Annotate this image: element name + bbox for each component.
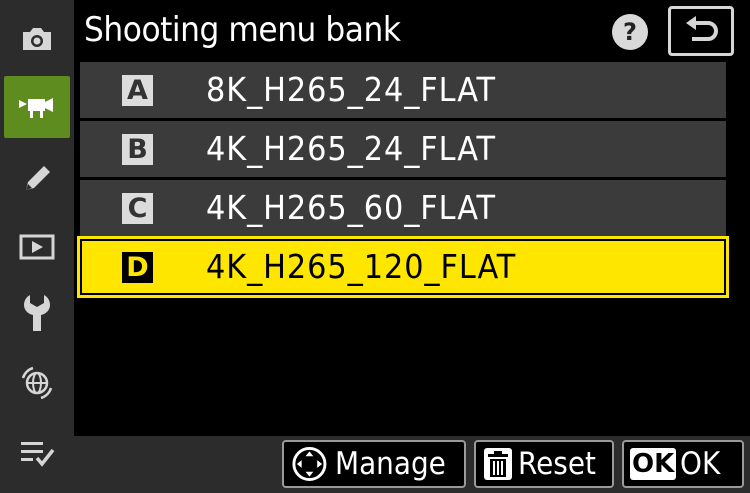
video-camera-icon	[19, 98, 53, 118]
network-globe-icon	[21, 366, 53, 400]
sidebar-item-my-menu[interactable]	[4, 424, 70, 482]
bank-letter-badge: D	[122, 252, 153, 283]
multi-selector-icon	[292, 446, 327, 482]
pencil-icon	[26, 166, 50, 190]
bank-list: A 8K_H265_24_FLAT B 4K_H265_24_FLAT C 4K…	[77, 62, 729, 298]
bank-row-d[interactable]: D 4K_H265_120_FLAT	[77, 236, 729, 298]
help-icon: ?	[623, 18, 637, 46]
menu-sidebar	[0, 0, 74, 493]
sidebar-item-custom-settings[interactable]	[4, 150, 70, 208]
reset-label: Reset	[518, 446, 596, 482]
trash-icon	[484, 448, 512, 480]
bank-letter-badge: C	[122, 193, 153, 224]
bank-letter-badge: A	[122, 75, 153, 106]
bank-name: 4K_H265_60_FLAT	[206, 188, 497, 227]
ok-badge-icon: OK	[630, 448, 677, 480]
bank-row-b[interactable]: B 4K_H265_24_FLAT	[80, 121, 726, 177]
bank-name: 4K_H265_24_FLAT	[206, 129, 497, 168]
list-check-icon	[21, 442, 55, 467]
playback-icon	[19, 234, 55, 260]
bank-name: 8K_H265_24_FLAT	[206, 70, 497, 109]
reset-button[interactable]: Reset	[474, 440, 614, 488]
back-arrow-icon	[686, 16, 718, 41]
sidebar-item-setup[interactable]	[4, 284, 70, 342]
camera-icon	[23, 28, 51, 50]
manage-button[interactable]: Manage	[282, 440, 466, 488]
bank-letter-badge: B	[122, 134, 153, 165]
sidebar-item-network[interactable]	[4, 354, 70, 412]
ok-button[interactable]: OK OK	[622, 440, 744, 488]
bank-name: 4K_H265_120_FLAT	[206, 247, 517, 286]
bank-row-c[interactable]: C 4K_H265_60_FLAT	[80, 180, 726, 236]
sidebar-item-photo-shooting[interactable]	[4, 10, 70, 68]
ok-label: OK	[680, 446, 721, 482]
wrench-icon	[24, 295, 50, 331]
bank-row-a[interactable]: A 8K_H265_24_FLAT	[80, 62, 726, 118]
sidebar-item-video-recording[interactable]	[4, 76, 70, 138]
help-button[interactable]: ?	[612, 14, 648, 50]
back-button[interactable]	[668, 6, 734, 56]
bottom-action-bar: Manage Reset OK OK	[74, 436, 750, 493]
manage-label: Manage	[334, 446, 446, 482]
page-title: Shooting menu bank	[84, 10, 401, 50]
sidebar-item-playback[interactable]	[4, 218, 70, 276]
